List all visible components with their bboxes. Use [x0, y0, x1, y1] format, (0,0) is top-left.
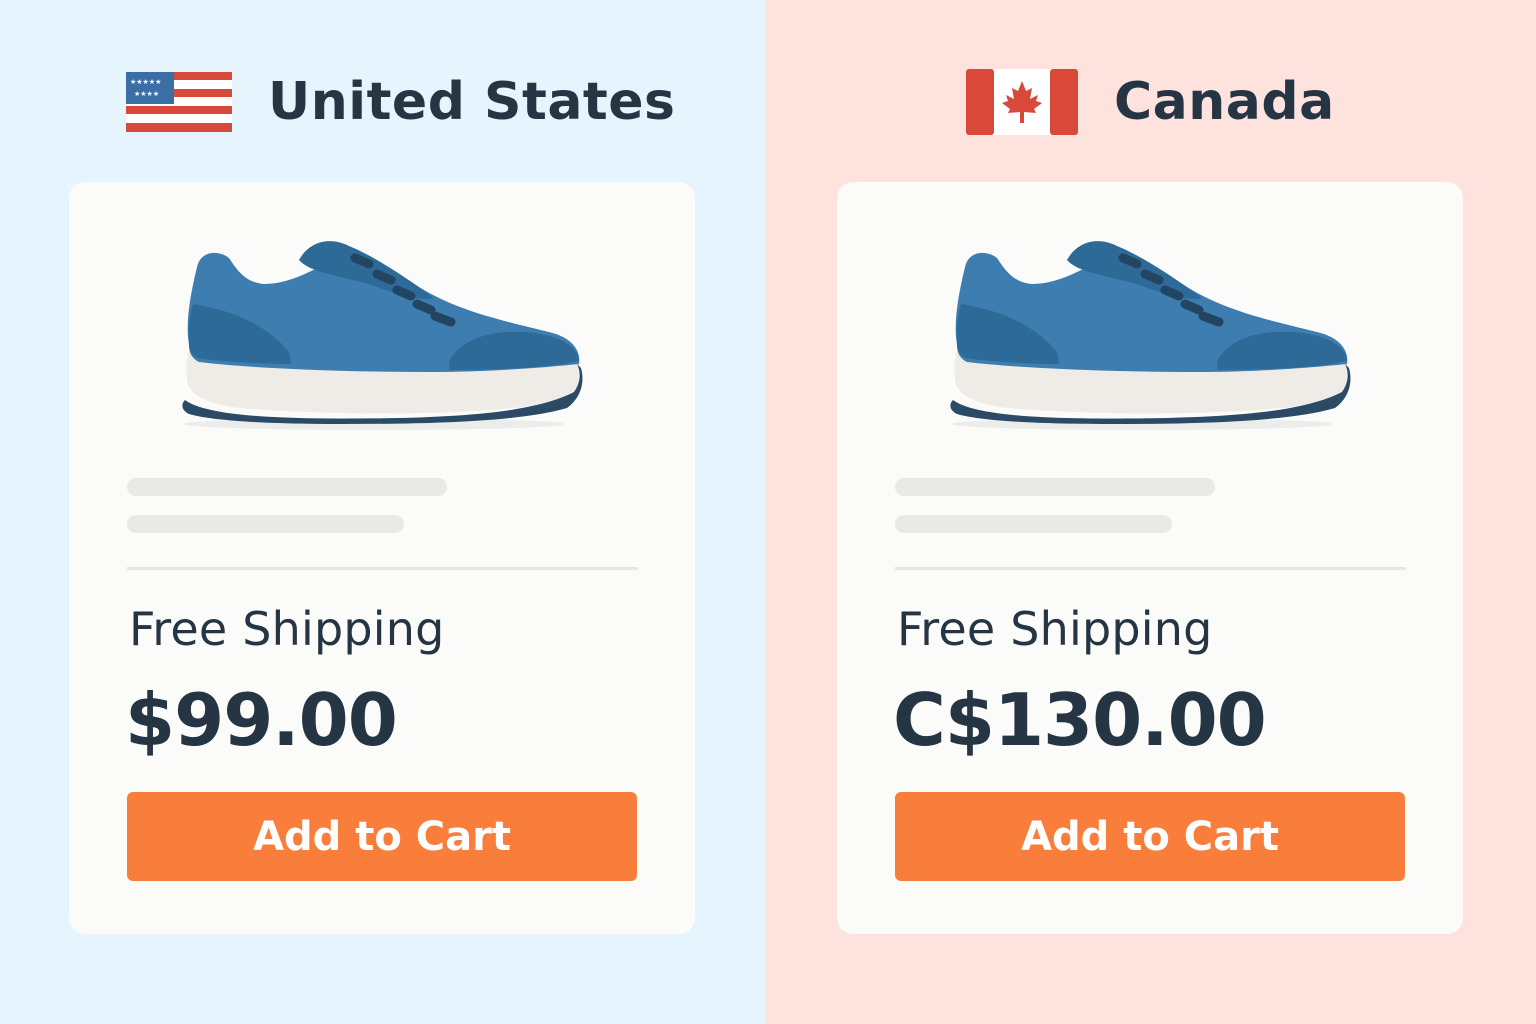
blue-sneaker-icon [179, 232, 589, 432]
text-placeholder-line [895, 478, 1215, 496]
canada-region-panel: Canada Free Shipping C$130.00 Add to Car… [766, 0, 1536, 1024]
us-region-panel: ★★★★★ ★★★★ United States Free Shipping $… [0, 0, 766, 1024]
country-name: United States [268, 72, 676, 132]
blue-sneaker-icon [947, 232, 1357, 432]
text-placeholder-line [127, 515, 404, 533]
divider [127, 567, 638, 570]
canada-flag-icon [966, 69, 1078, 135]
svg-text:★★★★★: ★★★★★ [130, 78, 161, 86]
product-card: Free Shipping C$130.00 Add to Cart [837, 182, 1463, 934]
text-placeholder-line [127, 478, 447, 496]
product-card: Free Shipping $99.00 Add to Cart [69, 182, 695, 934]
shipping-label: Free Shipping [129, 602, 445, 656]
text-placeholder-line [895, 515, 1172, 533]
add-to-cart-button[interactable]: Add to Cart [127, 792, 637, 881]
price: $99.00 [125, 678, 398, 762]
shipping-label: Free Shipping [897, 602, 1213, 656]
us-flag-icon: ★★★★★ ★★★★ [126, 72, 232, 132]
region-header: ★★★★★ ★★★★ United States [126, 62, 676, 142]
divider [895, 567, 1406, 570]
country-name: Canada [1114, 72, 1335, 132]
add-to-cart-button[interactable]: Add to Cart [895, 792, 1405, 881]
price: C$130.00 [893, 678, 1267, 762]
region-header: Canada [966, 62, 1335, 142]
svg-text:★★★★: ★★★★ [134, 90, 159, 98]
